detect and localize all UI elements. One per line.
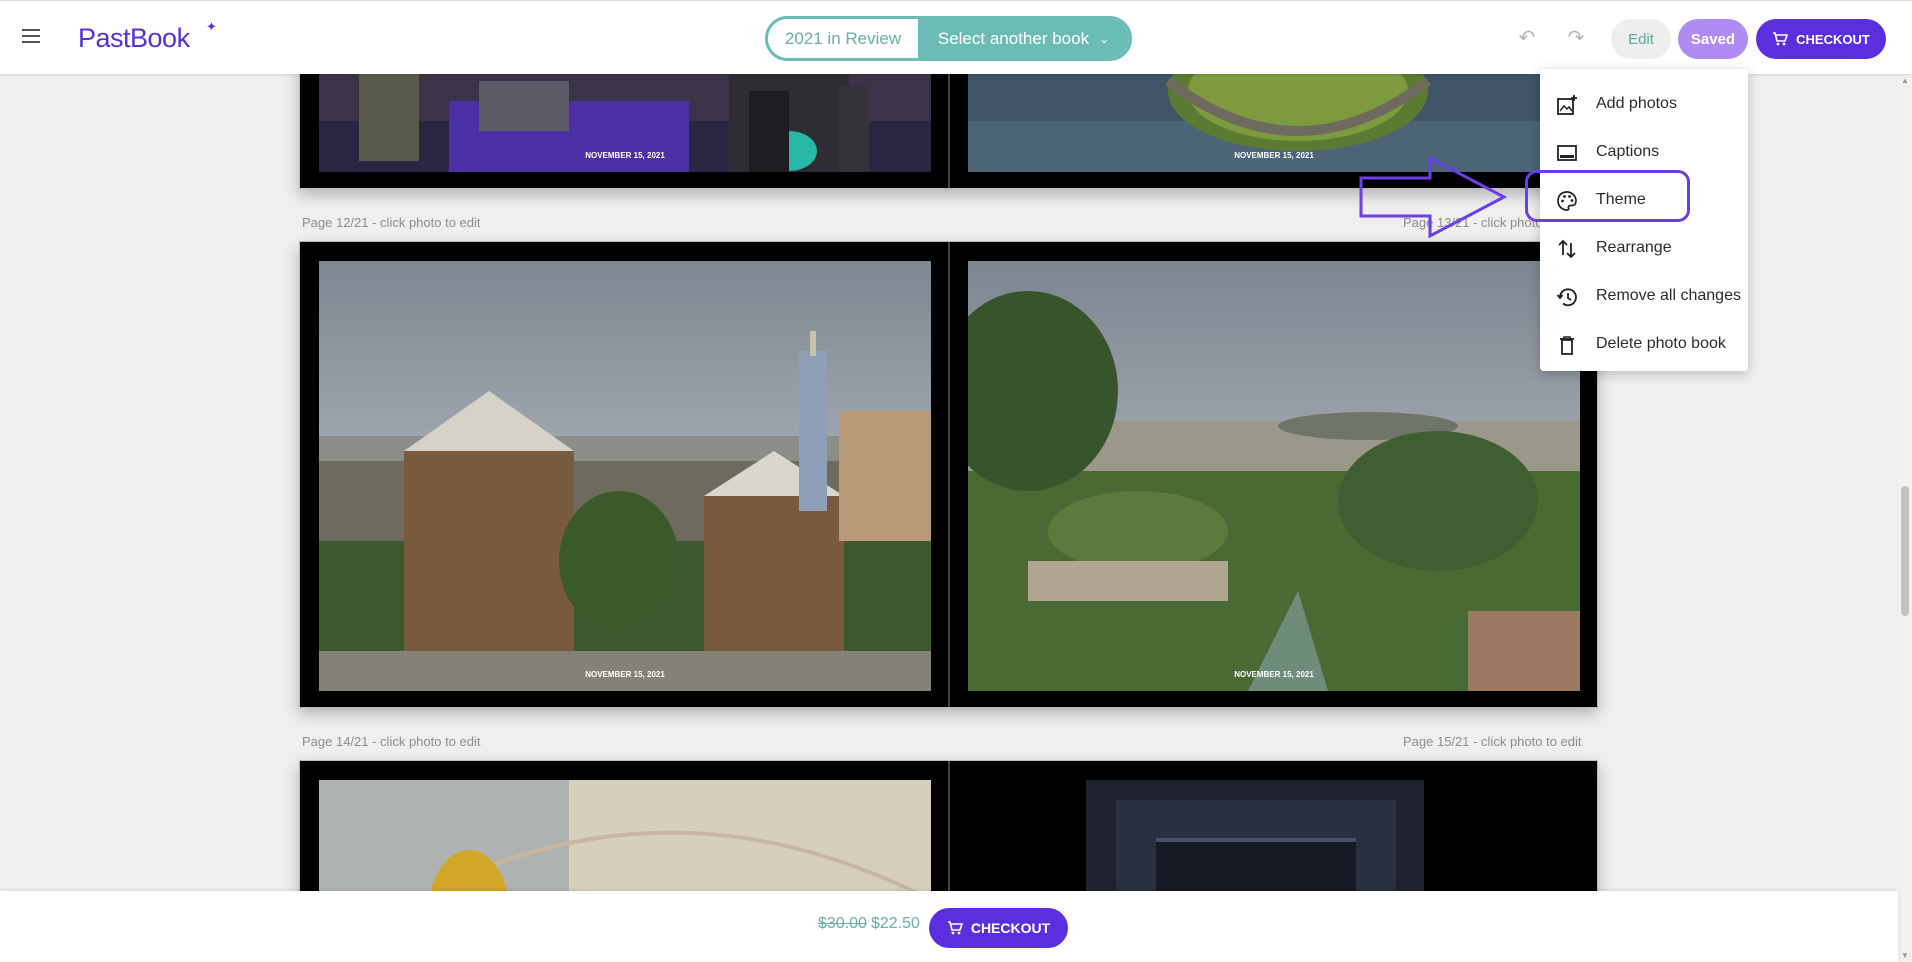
page-scrollbar[interactable]: ▲ ▼ [1898,74,1912,962]
book-switcher: 2021 in Review Select another book ⌄ [765,16,1132,61]
scroll-up-arrow-icon[interactable]: ▲ [1901,76,1909,85]
spread-divider [948,242,950,707]
annotation-arrow-icon [1359,156,1508,239]
undo-icon[interactable]: ↶ [1516,28,1538,48]
select-book-label: Select another book [937,28,1090,48]
top-navigation-bar: PastBook ✦ 2021 in Review Select another… [0,0,1912,74]
bottom-checkout-bar: $30.00 $22.50 CHECKOUT [0,891,1898,962]
menu-item-add-photos[interactable]: Add photos [1540,80,1748,128]
photo-park-guell-houses[interactable]: NOVEMBER 15, 2021 [319,261,931,691]
menu-item-captions[interactable]: Captions [1540,128,1748,176]
photo-night-street[interactable]: NOVEMBER 15, 2021 [319,61,931,172]
page-label-12: Page 12/21 - click photo to edit [302,215,481,230]
edit-button[interactable]: Edit [1611,19,1671,59]
app-root: NOVEMBER 15, 2021 NOVEMBER 15, 2021 Page… [0,0,1912,962]
photo-caption: NOVEMBER 15, 2021 [585,670,665,679]
discounted-price: $22.50 [871,915,920,932]
pastbook-logo[interactable]: PastBook [78,23,190,54]
checkout-label: CHECKOUT [970,920,1051,936]
bottom-checkout-button[interactable]: CHECKOUT [929,908,1068,948]
menu-item-rearrange[interactable]: Rearrange [1540,224,1748,272]
captions-icon [1557,145,1577,161]
menu-item-label: Delete photo book [1596,335,1726,352]
menu-item-delete-photo-book[interactable]: Delete photo book [1540,320,1748,368]
checkout-button[interactable]: CHECKOUT [1756,19,1886,59]
select-another-book-button[interactable]: Select another book ⌄ [918,19,1129,58]
park-guell-houses-image [319,261,931,691]
photo-park-guell-view[interactable]: NOVEMBER 15, 2021 [968,261,1580,691]
hamburger-menu-icon[interactable] [22,29,40,43]
checkout-label: CHECKOUT [1796,31,1870,47]
spread-pages-12-13: NOVEMBER 15, 2021 NOVEMBER 15, 2021 [299,241,1598,708]
original-price: $30.00 [818,915,867,932]
menu-item-label: Add photos [1596,95,1677,112]
sparkle-icon: ✦ [206,19,217,34]
scroll-thumb[interactable] [1901,486,1909,616]
park-guell-view-image [968,261,1580,691]
photo-caption: NOVEMBER 15, 2021 [585,151,665,160]
annotation-highlight-theme [1525,170,1690,222]
menu-item-label: Remove all changes [1596,287,1741,304]
cart-icon [1773,32,1789,46]
cart-icon [947,921,963,935]
page-label-14: Page 14/21 - click photo to edit [302,734,481,749]
menu-item-remove-all-changes[interactable]: Remove all changes [1540,272,1748,320]
menu-item-label: Captions [1596,143,1660,160]
add-photo-icon [1557,95,1577,115]
chevron-down-icon: ⌄ [1099,31,1110,46]
page-label-15: Page 15/21 - click photo to edit [1403,734,1582,749]
redo-icon[interactable]: ↷ [1565,28,1587,48]
history-icon [1556,288,1577,307]
scroll-down-arrow-icon[interactable]: ▼ [1901,951,1909,960]
saved-button[interactable]: Saved [1678,19,1748,59]
current-book-name: 2021 in Review [768,19,918,58]
photo-caption: NOVEMBER 15, 2021 [1234,670,1314,679]
swap-vertical-icon [1558,239,1576,259]
menu-item-label: Rearrange [1596,239,1672,256]
trash-icon [1560,336,1574,355]
